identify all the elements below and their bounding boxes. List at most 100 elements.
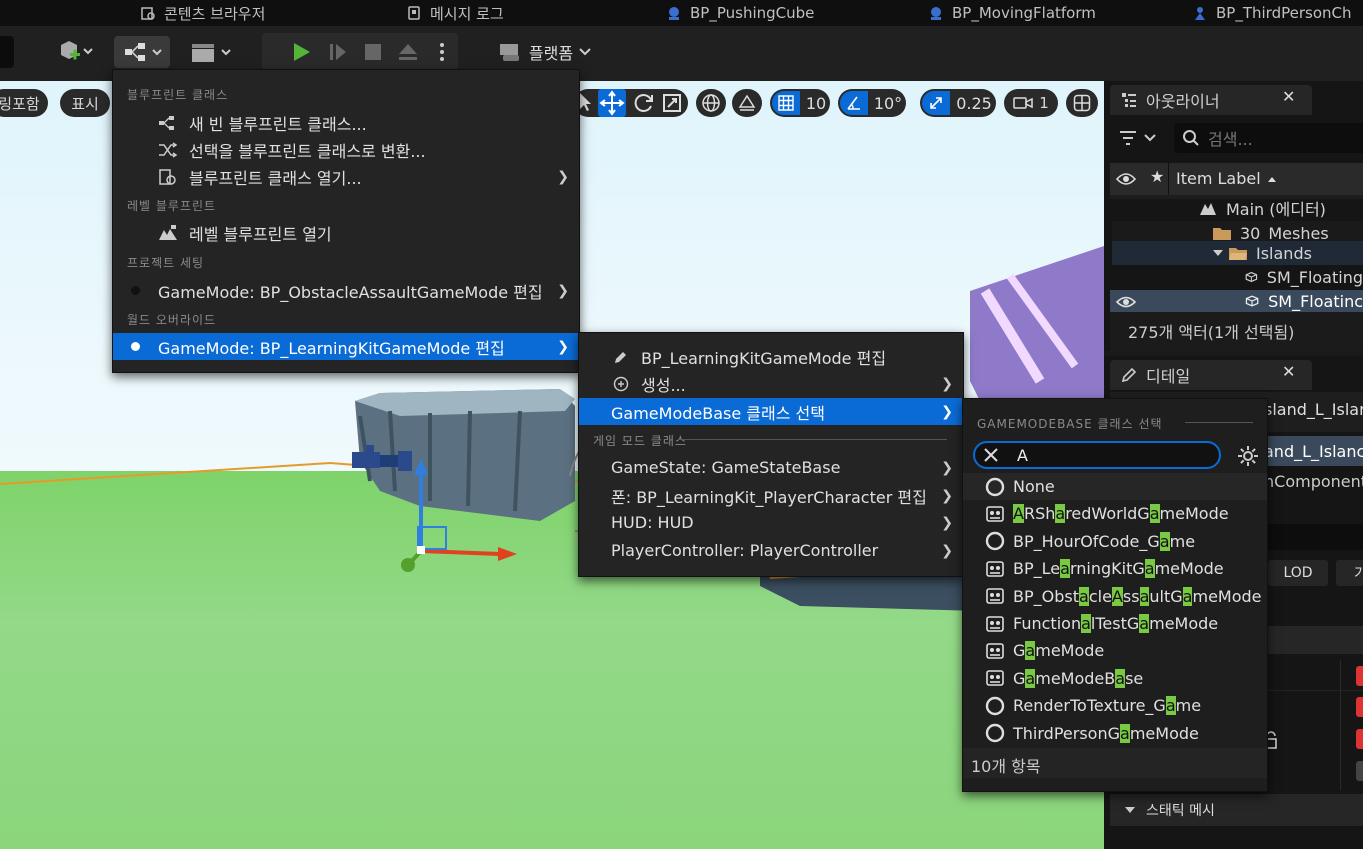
- blueprints-dropdown-menu: 블루프린트 클래스 새 빈 블루프린트 클래스... 선택을 블루프린트 클래스…: [112, 69, 580, 373]
- menu-pawn[interactable]: 폰: BP_LearningKit_PlayerCharacter 편집 ❯: [579, 482, 963, 509]
- class-list-item[interactable]: RenderToTexture_Game: [985, 692, 1201, 719]
- translate-tool-button[interactable]: [598, 89, 626, 117]
- outliner-search-input[interactable]: 검색...: [1174, 123, 1363, 153]
- class-list-item[interactable]: ThirdPersonGameMode: [985, 720, 1199, 747]
- menu-project-gamemode[interactable]: GameMode: BP_ObstacleAssaultGameMode 편집 …: [113, 277, 579, 304]
- menu-open-blueprint-class[interactable]: 블루프린트 클래스 열기... ❯: [113, 163, 579, 190]
- static-mesh-icon: [1245, 271, 1258, 283]
- class-list-item[interactable]: GameModeBase: [985, 665, 1143, 692]
- outliner-row-main[interactable]: Main (에디터): [1112, 196, 1363, 220]
- menu-convert-selection[interactable]: 선택을 블루프린트 클래스로 변환...: [113, 136, 579, 163]
- add-content-button[interactable]: [52, 38, 98, 66]
- world-local-toggle[interactable]: [696, 89, 726, 117]
- class-list-item[interactable]: BP_LearningKitGameMode: [985, 555, 1224, 582]
- tab-bp-movingflatform[interactable]: BP_MovingFlatform: [928, 0, 1096, 26]
- rotate-tool-button[interactable]: [632, 91, 656, 115]
- rotate-icon: [634, 94, 653, 112]
- row-label: Main (에디터): [1226, 200, 1326, 219]
- grid-snap-toggle[interactable]: [772, 91, 800, 115]
- gamemode-icon: [986, 506, 1004, 522]
- details-category-row: [1264, 626, 1363, 654]
- tab-bp-thirdpersoncharacter[interactable]: BP_ThirdPersonCh: [1192, 0, 1351, 26]
- tab-content-browser[interactable]: 콘텐츠 브라우저: [140, 0, 265, 26]
- viewport-show-button[interactable]: 표시: [60, 89, 110, 117]
- lod-button[interactable]: LOD: [1268, 560, 1328, 586]
- class-list-item[interactable]: BP_ObstacleAssaultGameMode: [985, 583, 1262, 610]
- stop-button[interactable]: [357, 38, 389, 66]
- pin-column-star-icon[interactable]: ★: [1150, 167, 1164, 186]
- menu-new-empty-blueprint[interactable]: 새 빈 블루프린트 클래스...: [113, 109, 579, 136]
- class-list-item[interactable]: GameMode: [985, 637, 1104, 664]
- class-list-item[interactable]: FunctionalTestGameMode: [985, 610, 1218, 637]
- reset-indicator[interactable]: [1356, 761, 1363, 781]
- clear-search-icon[interactable]: [983, 447, 999, 463]
- outliner-row-islands[interactable]: Islands: [1112, 241, 1363, 265]
- add-circle-icon: [613, 376, 629, 391]
- rotation-snap-toggle[interactable]: [840, 91, 868, 115]
- details-close-icon[interactable]: ✕: [1282, 362, 1349, 381]
- bullet-icon: [131, 342, 140, 351]
- gear-icon[interactable]: [1237, 445, 1259, 467]
- menu-edit-gamemode[interactable]: BP_LearningKitGameMode 편집: [579, 343, 963, 370]
- item-label-column[interactable]: Item Label: [1176, 169, 1277, 188]
- eject-button[interactable]: [392, 38, 424, 66]
- blueprint-icon: [931, 7, 941, 20]
- play-button[interactable]: [285, 38, 317, 66]
- reset-indicator[interactable]: [1356, 729, 1363, 749]
- scale-tool-button[interactable]: [660, 91, 684, 115]
- outliner-row-sm-floating-2[interactable]: SM_Floatinc: [1112, 289, 1363, 313]
- static-mesh-section-header[interactable]: 스태틱 메시: [1110, 794, 1363, 826]
- sort-ascending-icon: [1267, 176, 1276, 182]
- outliner-filter-button[interactable]: [1118, 125, 1162, 151]
- filter-icon: [1120, 131, 1136, 145]
- outliner-panel: 아웃라이너 ✕ 검색... ★ Item Label Main (에디터) 30…: [1104, 81, 1363, 351]
- class-name: ThirdPersonGameMode: [1013, 723, 1199, 743]
- platforms-button[interactable]: 플랫폼: [494, 38, 594, 66]
- shuffle-icon: [159, 141, 178, 158]
- visibility-eye-icon[interactable]: [1116, 171, 1136, 187]
- grid-snap-value[interactable]: 10: [802, 89, 830, 117]
- scale-snap-toggle[interactable]: [922, 91, 950, 115]
- actor-name-field[interactable]: sland_L_Islar: [1264, 400, 1363, 419]
- class-list-item[interactable]: BP_HourOfCode_Game: [985, 528, 1195, 555]
- cinematics-button[interactable]: [186, 38, 236, 66]
- menu-hud[interactable]: HUD: HUD ❯: [579, 509, 963, 536]
- reset-indicator[interactable]: [1356, 666, 1363, 686]
- tab-bp-pushingcube[interactable]: BP_PushingCube: [666, 0, 814, 26]
- details-search-input[interactable]: [1264, 524, 1363, 550]
- camera-speed-value: 1: [1039, 94, 1049, 112]
- class-list-item[interactable]: None: [963, 473, 1267, 500]
- item-count: 10개 항목: [971, 757, 1041, 776]
- mode-selector-stub[interactable]: [0, 36, 14, 68]
- chevron-down-icon: [579, 48, 591, 56]
- class-search-input[interactable]: A: [973, 441, 1221, 469]
- menu-create-gamemode[interactable]: 생성... ❯: [579, 370, 963, 397]
- menu-player-controller[interactable]: PlayerController: PlayerController ❯: [579, 537, 963, 564]
- reset-indicator[interactable]: [1356, 697, 1363, 717]
- class-name: FunctionalTestGameMode: [1013, 614, 1219, 633]
- outliner-close-icon[interactable]: ✕: [1282, 87, 1349, 106]
- eject-icon: [399, 44, 417, 60]
- surface-snap-toggle[interactable]: [732, 89, 762, 117]
- menu-select-gamemodebase[interactable]: GameModeBase 클래스 선택 ❯: [579, 398, 963, 425]
- tab-message-log[interactable]: 메시지 로그: [406, 0, 504, 26]
- class-list-item[interactable]: ARSharedWorldGameMode: [985, 500, 1229, 527]
- bullet-icon: [131, 286, 140, 295]
- viewport-lit-option[interactable]: 링포함: [0, 89, 48, 117]
- rotation-snap-value[interactable]: 10°: [870, 89, 906, 117]
- skip-frame-button[interactable]: [322, 38, 354, 66]
- scale-snap-value[interactable]: 0.25: [952, 89, 996, 117]
- circle-icon: [985, 477, 1005, 496]
- blueprint-icon: [1195, 7, 1205, 20]
- details-filter-button[interactable]: 기: [1336, 560, 1363, 586]
- camera-speed-button[interactable]: 1: [1004, 89, 1058, 117]
- outliner-row-sm-floating-1[interactable]: SM_Floating: [1112, 265, 1363, 289]
- blueprints-menu-button[interactable]: [114, 36, 170, 68]
- menu-world-gamemode[interactable]: GameMode: BP_LearningKitGameMode 편집 ❯: [113, 333, 579, 360]
- gamemode-icon: [986, 643, 1004, 659]
- menu-game-state[interactable]: GameState: GameStateBase ❯: [579, 454, 963, 481]
- menu-open-level-blueprint[interactable]: 레벨 블루프린트 열기: [113, 219, 579, 246]
- viewport-layout-button[interactable]: [1066, 89, 1098, 117]
- menu-item-label: 선택을 블루프린트 클래스로 변환...: [189, 141, 426, 161]
- play-options-button[interactable]: [430, 38, 454, 66]
